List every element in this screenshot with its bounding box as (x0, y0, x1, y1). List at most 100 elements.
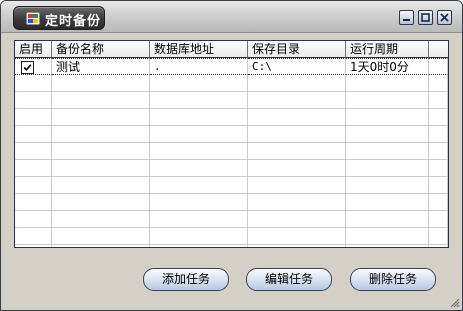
empty-cell (248, 228, 346, 245)
empty-cell (429, 75, 448, 92)
close-button[interactable] (437, 10, 452, 25)
empty-cell (248, 126, 346, 143)
empty-cell (248, 75, 346, 92)
empty-cell (52, 245, 150, 247)
empty-cell (15, 143, 52, 160)
delete-task-button[interactable]: 删除任务 (350, 268, 436, 291)
minimize-icon (403, 19, 410, 21)
empty-cell (346, 75, 429, 92)
maximize-icon (421, 13, 430, 22)
empty-table-row (15, 211, 448, 228)
empty-cell (429, 211, 448, 228)
window-title: 定时备份 (45, 14, 102, 29)
empty-cell (15, 75, 52, 92)
empty-cell (52, 126, 150, 143)
column-header-db-address[interactable]: 数据库地址 (150, 41, 248, 58)
empty-cell (248, 177, 346, 194)
empty-cell (150, 211, 248, 228)
empty-cell (52, 211, 150, 228)
empty-cell (346, 194, 429, 211)
empty-cell (346, 228, 429, 245)
empty-cell (150, 109, 248, 126)
backup-name-cell: 测试 (52, 58, 150, 75)
table-header: 启用 备份名称 数据库地址 保存目录 运行周期 (15, 41, 448, 58)
empty-table-row (15, 92, 448, 109)
column-header-period[interactable]: 运行周期 (346, 41, 429, 58)
resize-grip-icon[interactable] (448, 296, 460, 308)
empty-table-row (15, 75, 448, 92)
empty-cell (15, 228, 52, 245)
checkbox-checked-icon[interactable] (21, 61, 34, 74)
empty-cell (150, 177, 248, 194)
empty-cell (15, 177, 52, 194)
table-row[interactable]: 测试 . C:\ 1天0时0分 (15, 58, 448, 75)
column-header-enabled[interactable]: 启用 (15, 41, 52, 58)
main-window: 定时备份 启用 备份名称 数据库地址 保存目录 运行周期 测试 . C:\ 1天… (0, 0, 463, 311)
title-tab: 定时备份 (13, 6, 105, 30)
backup-task-table[interactable]: 启用 备份名称 数据库地址 保存目录 运行周期 测试 . C:\ 1天0时0分 (14, 40, 449, 248)
empty-cell (15, 160, 52, 177)
empty-cell (248, 160, 346, 177)
empty-cell (346, 245, 429, 247)
empty-cell (52, 194, 150, 211)
maximize-button[interactable] (418, 10, 433, 25)
empty-cell (150, 228, 248, 245)
empty-table-row (15, 228, 448, 245)
save-dir-cell: C:\ (248, 58, 346, 75)
column-header-backup-name[interactable]: 备份名称 (52, 41, 150, 58)
empty-cell (429, 126, 448, 143)
empty-cell (248, 245, 346, 247)
filler-cell (429, 58, 448, 75)
column-header-filler (429, 41, 448, 58)
empty-cell (15, 245, 52, 247)
period-cell: 1天0时0分 (346, 58, 429, 75)
add-task-button[interactable]: 添加任务 (143, 268, 229, 291)
empty-cell (15, 126, 52, 143)
empty-cell (52, 75, 150, 92)
empty-cell (429, 160, 448, 177)
empty-cell (150, 126, 248, 143)
empty-cell (346, 126, 429, 143)
empty-cell (248, 92, 346, 109)
empty-table-row (15, 194, 448, 211)
empty-cell (150, 245, 248, 247)
empty-cell (346, 92, 429, 109)
column-header-save-dir[interactable]: 保存目录 (248, 41, 346, 58)
empty-cell (150, 194, 248, 211)
db-address-cell: . (150, 58, 248, 75)
enabled-cell (15, 58, 52, 75)
empty-cell (346, 109, 429, 126)
empty-cell (52, 109, 150, 126)
empty-cell (346, 160, 429, 177)
empty-cell (150, 160, 248, 177)
empty-cell (429, 177, 448, 194)
empty-cell (429, 194, 448, 211)
empty-table-row (15, 160, 448, 177)
minimize-button[interactable] (399, 10, 414, 25)
title-bar[interactable]: 定时备份 (1, 1, 462, 33)
empty-cell (52, 92, 150, 109)
empty-cell (429, 228, 448, 245)
empty-cell (15, 194, 52, 211)
empty-cell (346, 211, 429, 228)
empty-cell (429, 109, 448, 126)
empty-cell (15, 211, 52, 228)
empty-cell (52, 143, 150, 160)
empty-table-row (15, 177, 448, 194)
app-window-icon (26, 12, 40, 25)
empty-cell (346, 177, 429, 194)
empty-table-row (15, 245, 448, 247)
empty-cell (150, 75, 248, 92)
close-icon (440, 13, 449, 22)
empty-cell (15, 92, 52, 109)
empty-cell (248, 211, 346, 228)
empty-table-row (15, 109, 448, 126)
empty-cell (52, 228, 150, 245)
empty-cell (52, 160, 150, 177)
empty-cell (15, 109, 52, 126)
empty-cell (150, 92, 248, 109)
edit-task-button[interactable]: 编辑任务 (246, 268, 332, 291)
empty-table-row (15, 126, 448, 143)
empty-cell (150, 143, 248, 160)
empty-table-row (15, 143, 448, 160)
